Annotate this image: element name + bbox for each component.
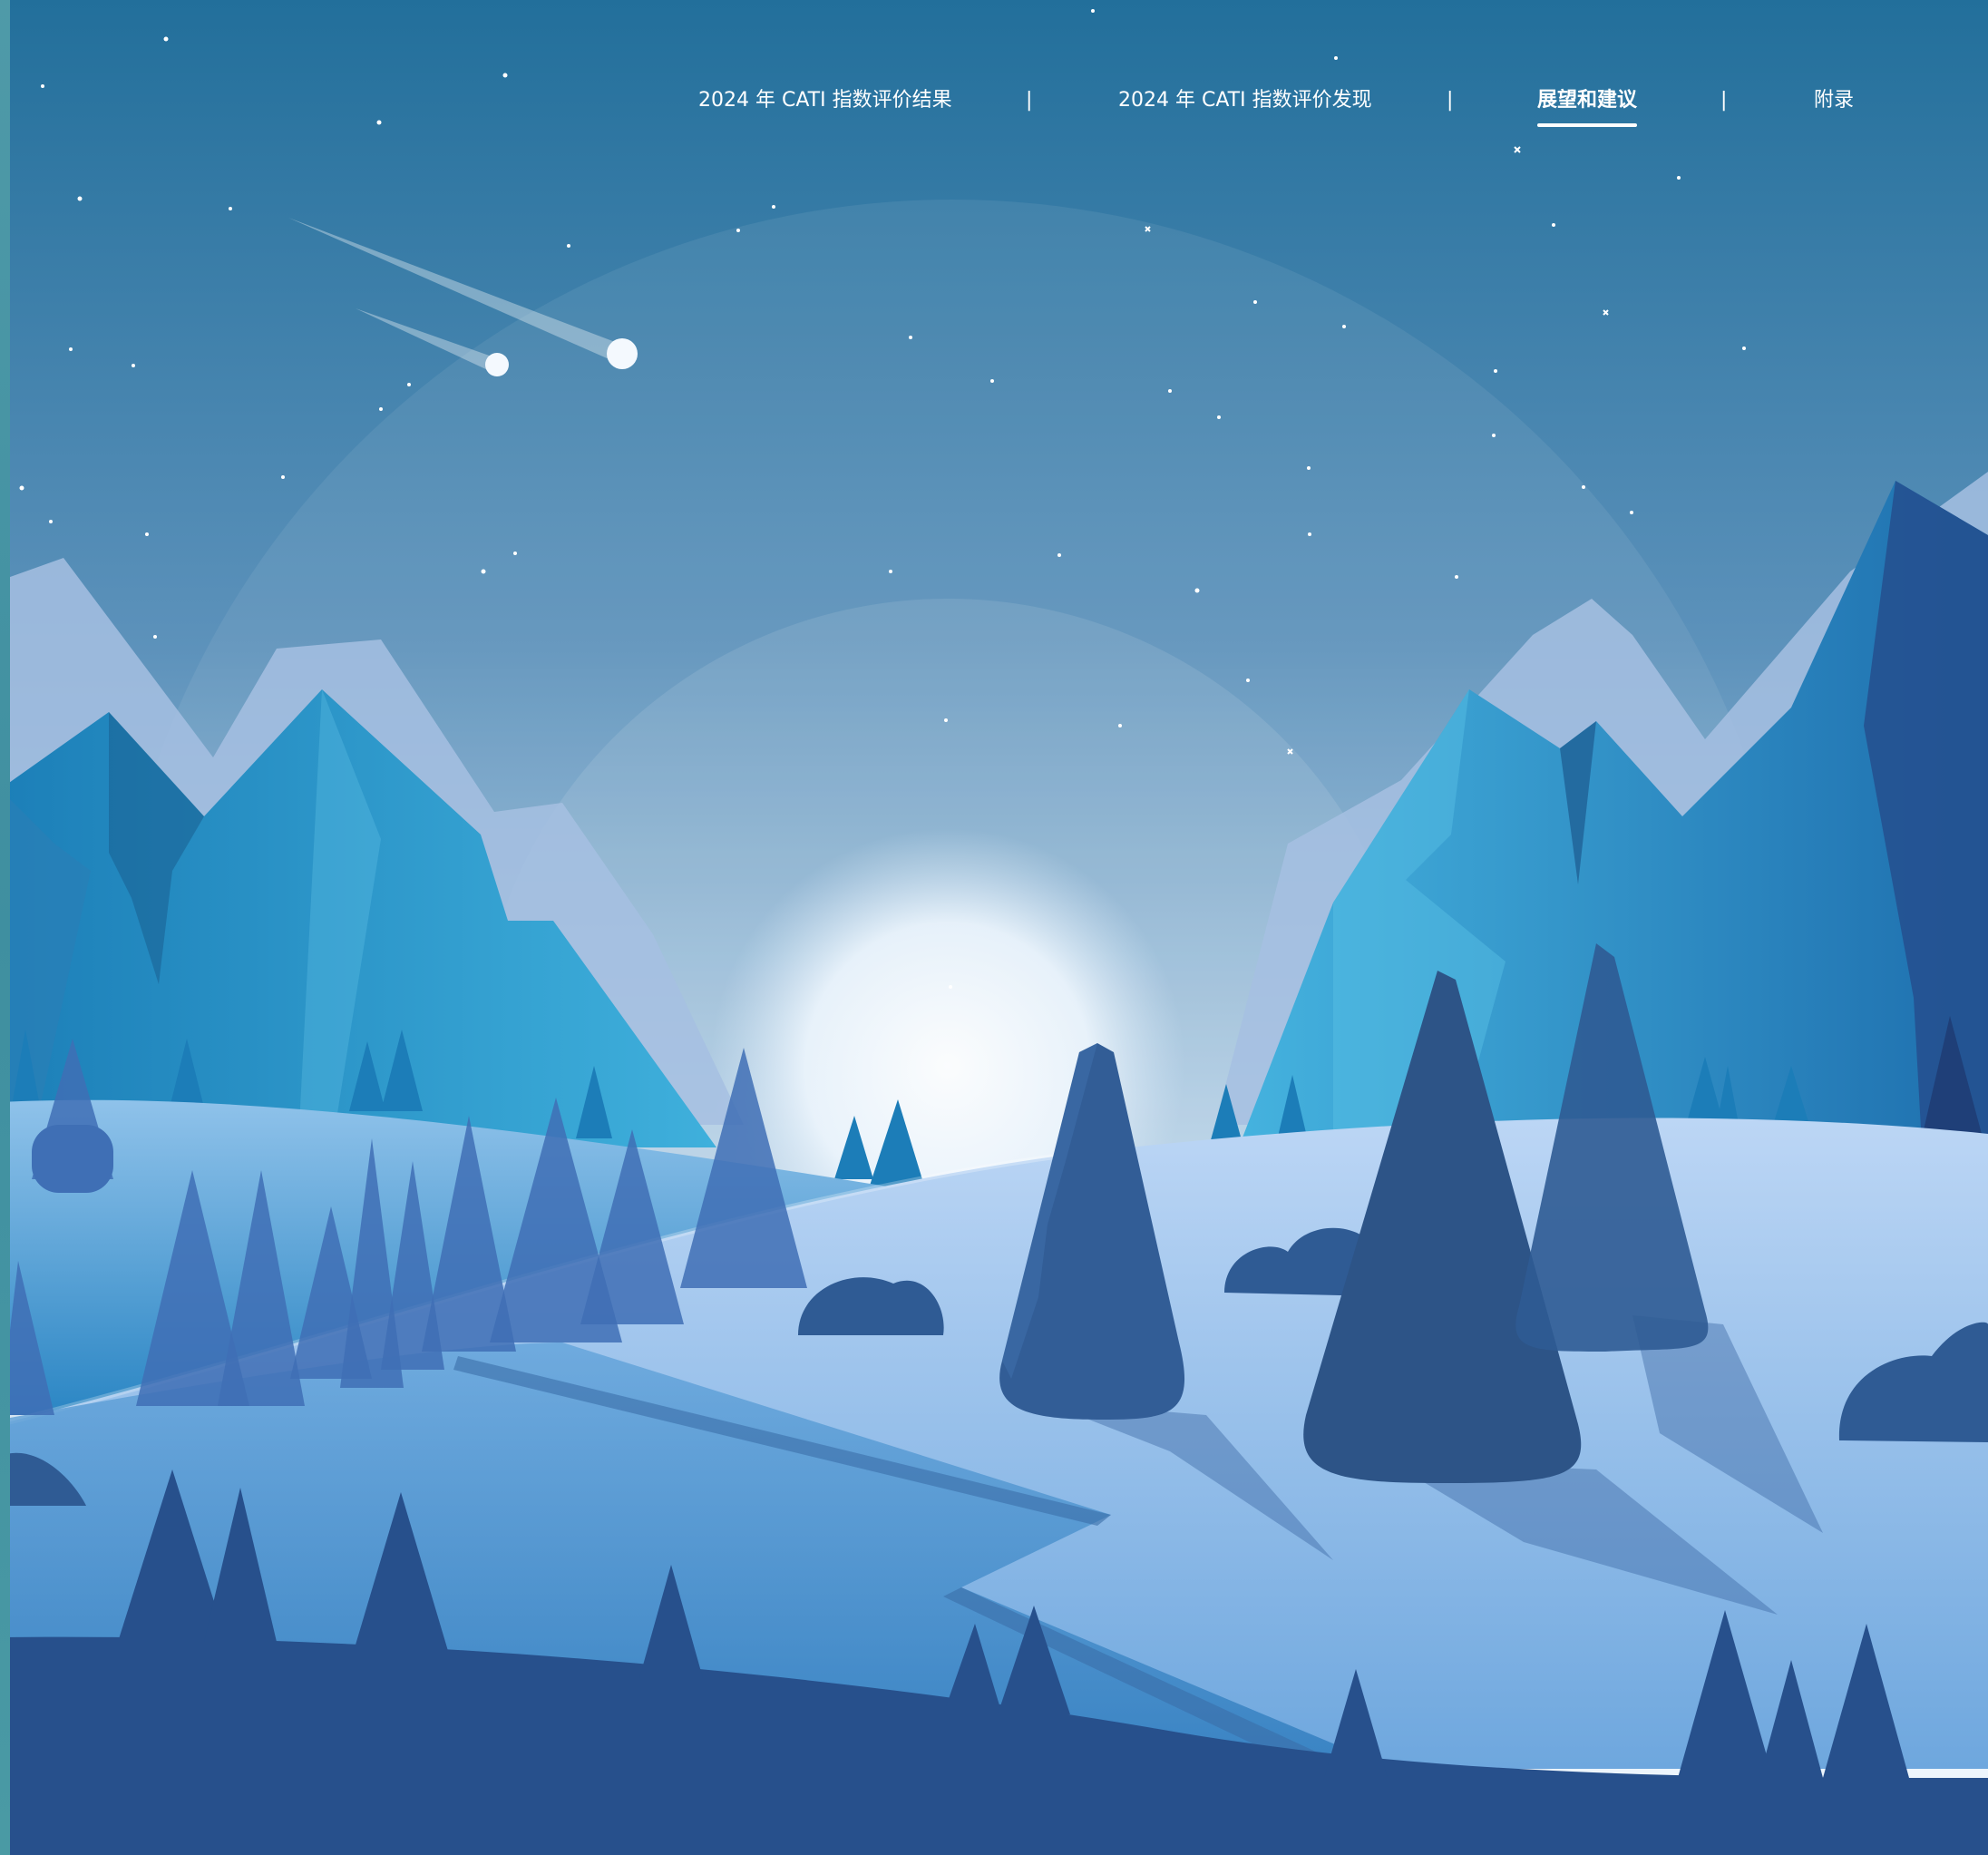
left-edge-strip [0,0,10,1855]
nav-separator: | [1720,89,1728,112]
nav-separator: | [1447,89,1454,112]
active-tab-underline [1537,123,1638,127]
nav-item-outlook-label: 展望和建议 [1537,89,1638,112]
nav-separator: | [1026,89,1033,112]
winter-landscape-background [0,0,1988,1855]
nav-item-cati-findings[interactable]: 2024 年 CATI 指数评价发现 [1118,87,1372,114]
nav-item-appendix[interactable]: 附录 [1814,87,1854,114]
nav-item-cati-results[interactable]: 2024 年 CATI 指数评价结果 [698,87,952,114]
top-navigation: 2024 年 CATI 指数评价结果 | 2024 年 CATI 指数评价发现 … [0,0,1988,154]
nav-item-outlook[interactable]: 展望和建议 [1537,87,1638,127]
